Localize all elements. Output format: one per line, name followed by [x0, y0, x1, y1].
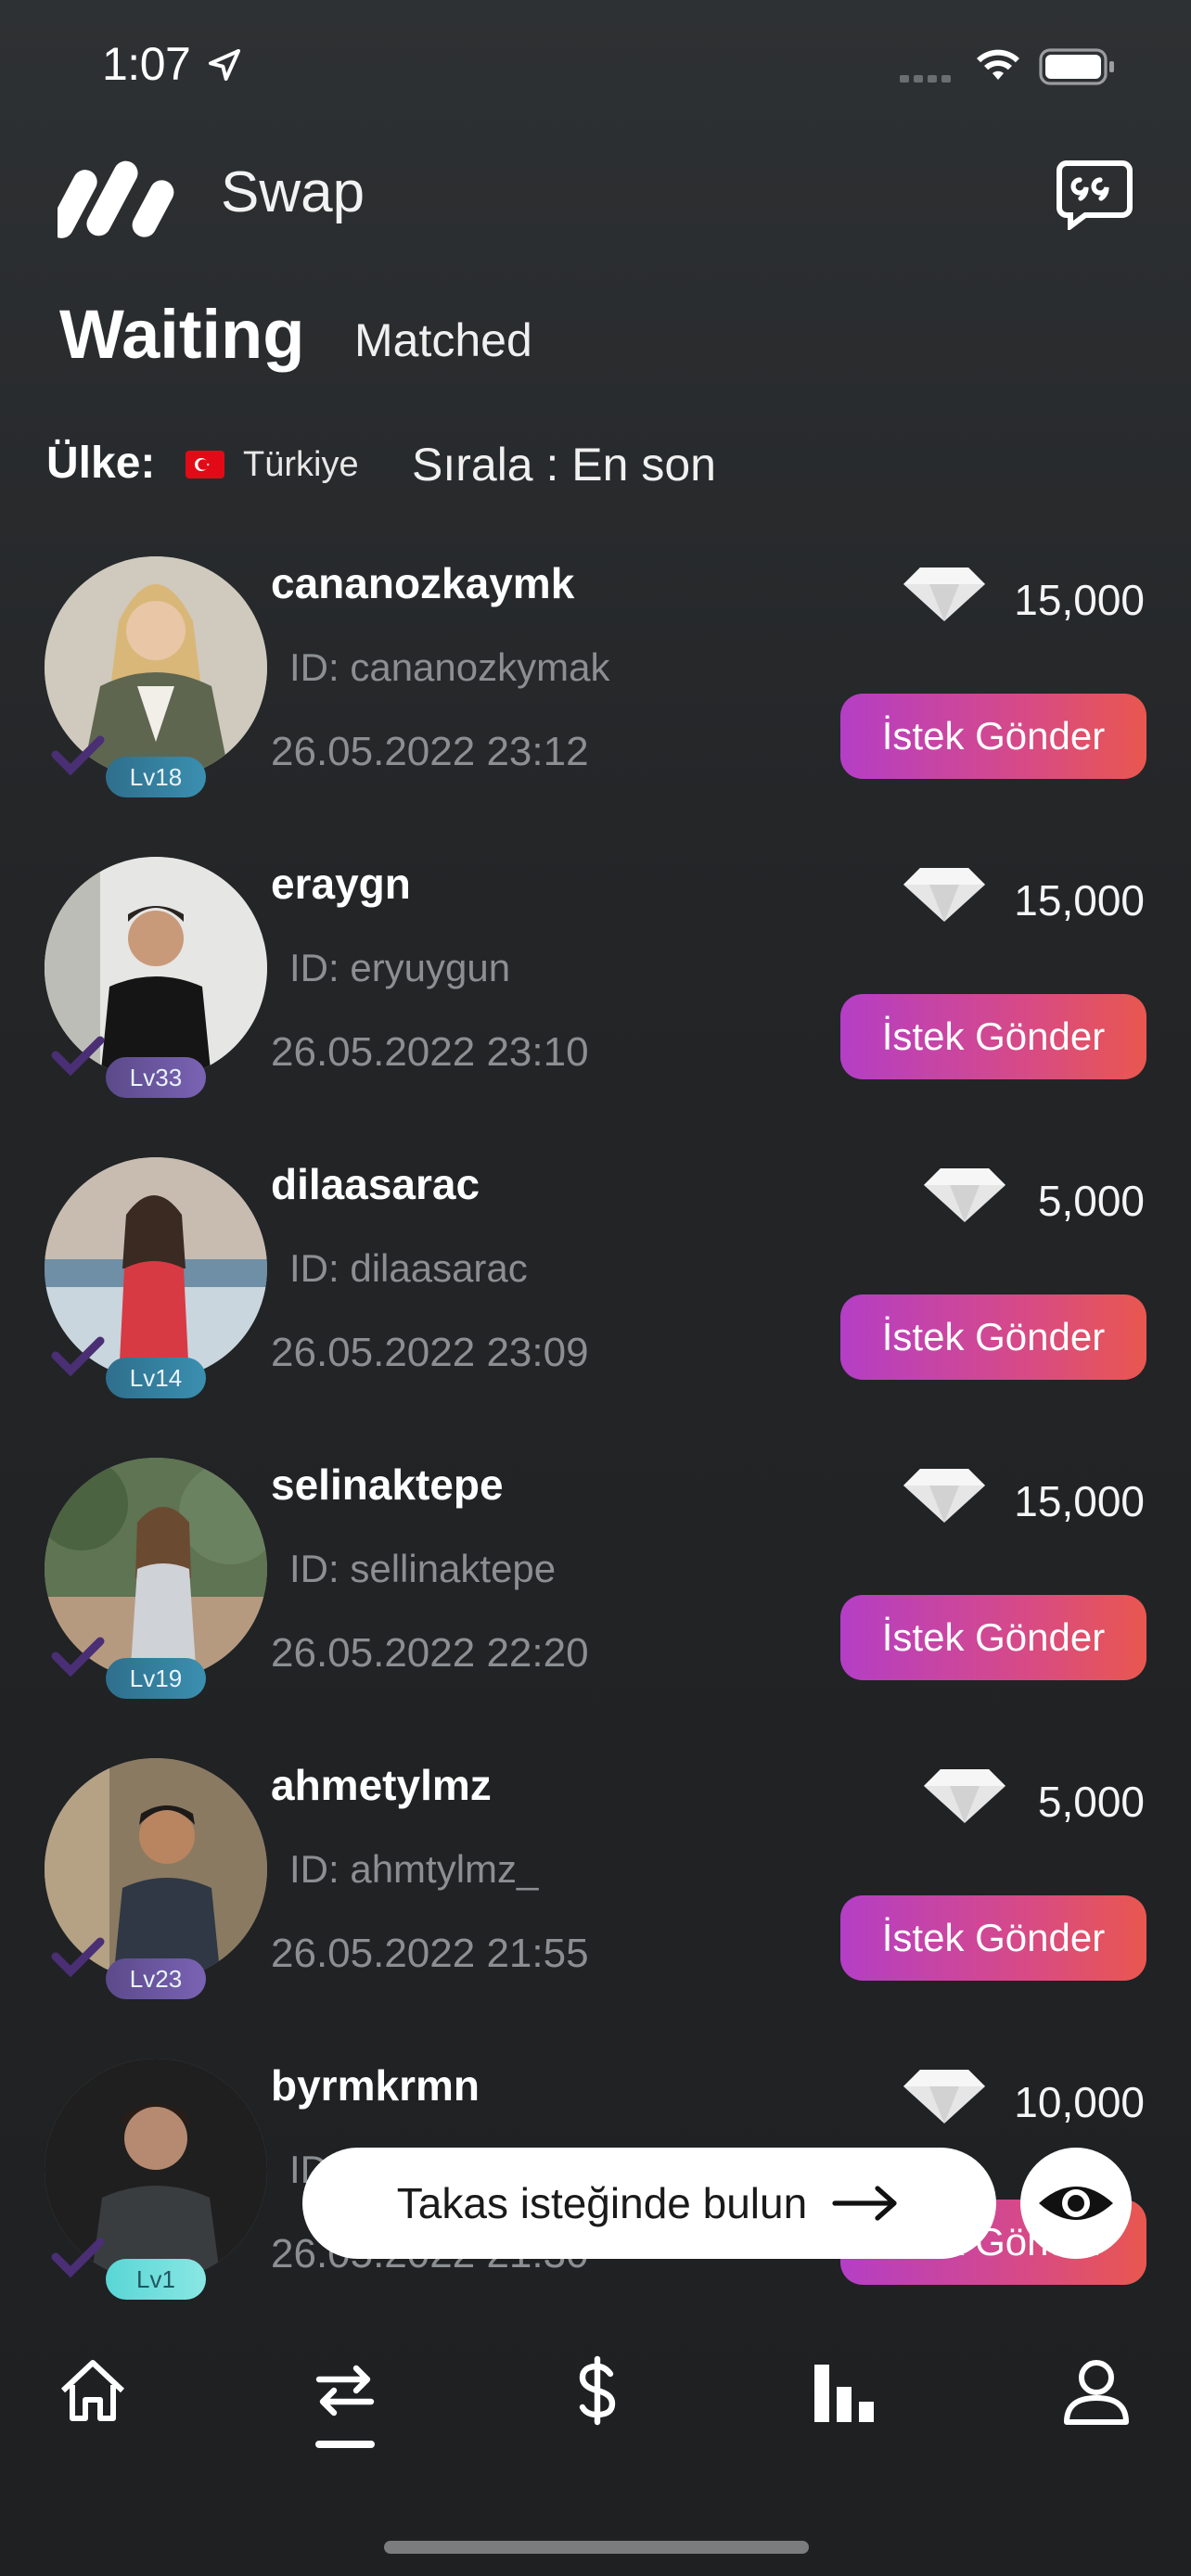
username[interactable]: byrmkrmn — [271, 2060, 480, 2111]
location-arrow-icon — [209, 49, 240, 81]
level-badge: Lv23 — [106, 1958, 206, 1999]
home-indicator — [384, 2541, 809, 2554]
level-badge: Lv14 — [106, 1358, 206, 1398]
profile-icon[interactable] — [1059, 2353, 1133, 2428]
status-time: 1:07 — [102, 38, 191, 90]
app-logo — [58, 160, 174, 238]
country-filter-label: Ülke: — [46, 439, 156, 488]
list-item[interactable]: Lv33 eraygn ID: eryuygun 26.05.2022 23:1… — [0, 857, 1191, 1157]
diamond-icon — [924, 1769, 1005, 1823]
send-request-button[interactable]: İstek Gönder — [840, 694, 1146, 779]
battery-icon — [1039, 48, 1114, 85]
level-badge: Lv33 — [106, 1057, 206, 1098]
arrow-right-icon — [832, 2186, 897, 2221]
bottom-tab-bar — [0, 2300, 1191, 2485]
send-request-button[interactable]: İstek Gönder — [840, 1895, 1146, 1981]
verified-check-icon — [51, 1036, 105, 1077]
username[interactable]: ahmetylmz — [271, 1760, 492, 1810]
list-item[interactable]: Lv23 ahmetylmz ID: ahmtylmz_ 26.05.2022 … — [0, 1758, 1191, 2059]
verified-check-icon — [51, 2238, 105, 2278]
swap-request-label: Takas isteğinde bulun — [396, 2179, 808, 2227]
username[interactable]: selinaktepe — [271, 1460, 504, 1510]
user-id: ID: cananozkymak — [289, 645, 610, 689]
tab-matched[interactable]: Matched — [354, 313, 532, 367]
send-request-button[interactable]: İstek Gönder — [840, 1294, 1146, 1380]
list-item[interactable]: Lv18 cananozkaymk ID: cananozkymak 26.05… — [0, 556, 1191, 857]
user-id: ID: ahmtylmz_ — [289, 1847, 539, 1891]
request-date: 26.05.2022 23:12 — [271, 729, 589, 774]
turkey-flag-icon[interactable] — [186, 451, 224, 478]
request-date: 26.05.2022 23:09 — [271, 1330, 589, 1375]
diamond-icon — [924, 1168, 1005, 1222]
tab-waiting[interactable]: Waiting — [59, 295, 304, 374]
diamond-icon — [903, 868, 985, 922]
user-id: ID: dilaasarac — [289, 1246, 528, 1290]
verified-check-icon — [51, 1937, 105, 1978]
swap-icon[interactable] — [308, 2353, 382, 2428]
diamond-amount: 10,000 — [1014, 2078, 1145, 2126]
verified-check-icon — [51, 1637, 105, 1677]
request-date: 26.05.2022 23:10 — [271, 1029, 589, 1075]
list-item[interactable]: Lv19 selinaktepe ID: sellinaktepe 26.05.… — [0, 1458, 1191, 1758]
signal-icon — [900, 70, 955, 87]
sort-selector[interactable]: Sırala : En son — [412, 438, 716, 491]
send-request-button[interactable]: İstek Gönder — [840, 1595, 1146, 1680]
wifi-icon — [977, 49, 1019, 80]
user-id: ID: eryuygun — [289, 946, 511, 989]
app-title: Swap — [221, 160, 365, 224]
level-badge: Lv1 — [106, 2259, 206, 2300]
list-item[interactable]: Lv14 dilaasarac ID: dilaasarac 26.05.202… — [0, 1157, 1191, 1458]
level-badge: Lv18 — [106, 757, 206, 797]
eye-icon[interactable] — [1020, 2148, 1132, 2259]
diamond-icon — [903, 567, 985, 621]
active-tab-indicator — [315, 2441, 375, 2448]
username[interactable]: cananozkaymk — [271, 558, 574, 608]
verified-check-icon — [51, 735, 105, 776]
username[interactable]: dilaasarac — [271, 1159, 480, 1209]
diamond-icon — [903, 1469, 985, 1523]
diamond-amount: 15,000 — [1014, 876, 1145, 925]
diamond-amount: 5,000 — [1037, 1177, 1145, 1225]
swap-request-button[interactable]: Takas isteğinde bulun — [302, 2148, 996, 2259]
diamond-amount: 15,000 — [1014, 576, 1145, 624]
diamond-amount: 5,000 — [1037, 1778, 1145, 1826]
stats-icon[interactable] — [809, 2353, 883, 2428]
verified-check-icon — [51, 1336, 105, 1377]
user-id: ID: sellinaktepe — [289, 1547, 557, 1590]
chat-quote-icon[interactable] — [1056, 159, 1133, 230]
home-icon[interactable] — [56, 2353, 130, 2428]
username[interactable]: eraygn — [271, 859, 411, 909]
diamond-amount: 15,000 — [1014, 1477, 1145, 1525]
request-date: 26.05.2022 21:55 — [271, 1931, 589, 1976]
dollar-icon[interactable] — [560, 2353, 634, 2428]
diamond-icon — [903, 2070, 985, 2123]
country-selector[interactable]: Türkiye — [243, 445, 359, 485]
level-badge: Lv19 — [106, 1658, 206, 1699]
send-request-button[interactable]: İstek Gönder — [840, 994, 1146, 1079]
request-date: 26.05.2022 22:20 — [271, 1630, 589, 1676]
